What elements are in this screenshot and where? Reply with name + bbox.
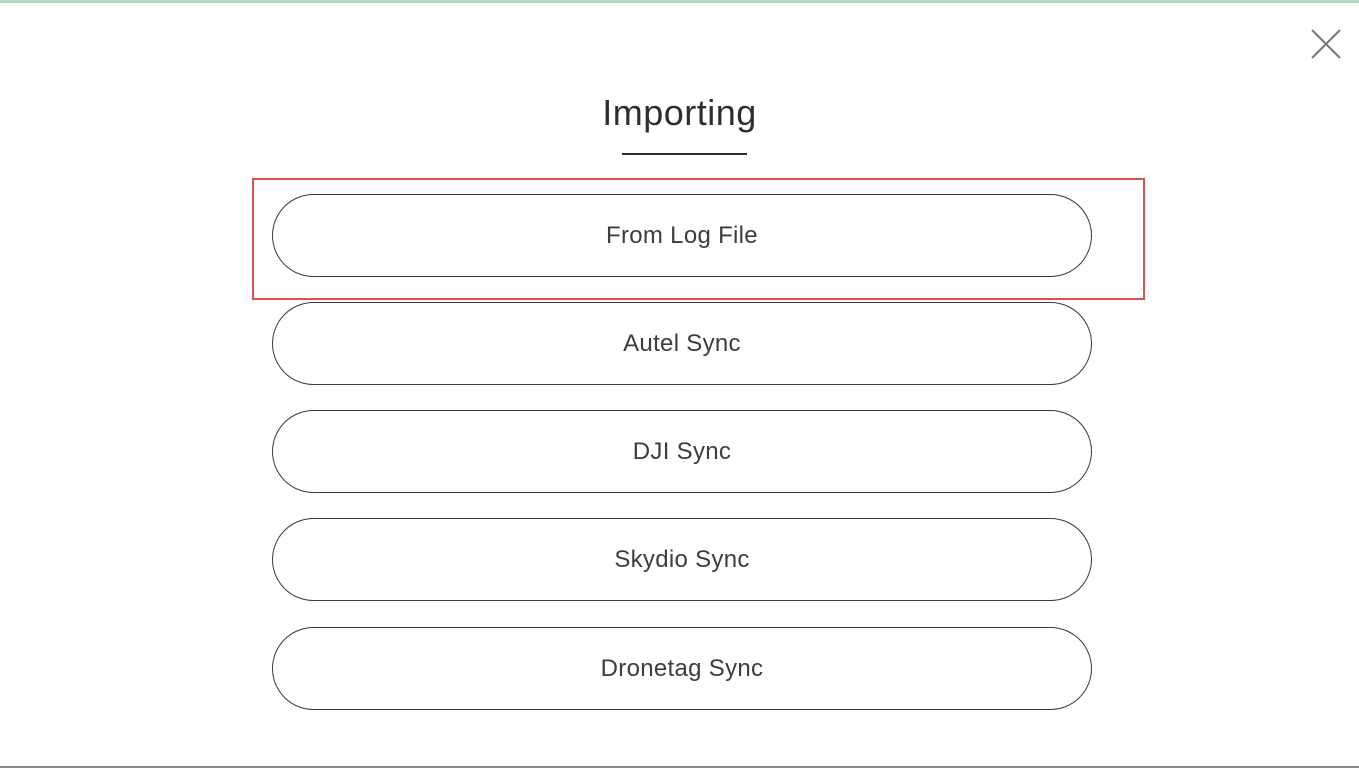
dronetag-sync-button[interactable]: Dronetag Sync: [272, 627, 1092, 710]
dji-sync-button[interactable]: DJI Sync: [272, 410, 1092, 493]
top-accent-bar: [0, 0, 1359, 3]
autel-sync-button[interactable]: Autel Sync: [272, 302, 1092, 385]
import-dialog: Importing From Log File Autel Sync DJI S…: [0, 0, 1359, 768]
skydio-sync-button[interactable]: Skydio Sync: [272, 518, 1092, 601]
title-underline: [622, 153, 747, 155]
close-button[interactable]: [1306, 24, 1346, 64]
dialog-title: Importing: [602, 92, 757, 133]
close-icon: [1311, 29, 1341, 59]
from-log-file-button[interactable]: From Log File: [272, 194, 1092, 277]
